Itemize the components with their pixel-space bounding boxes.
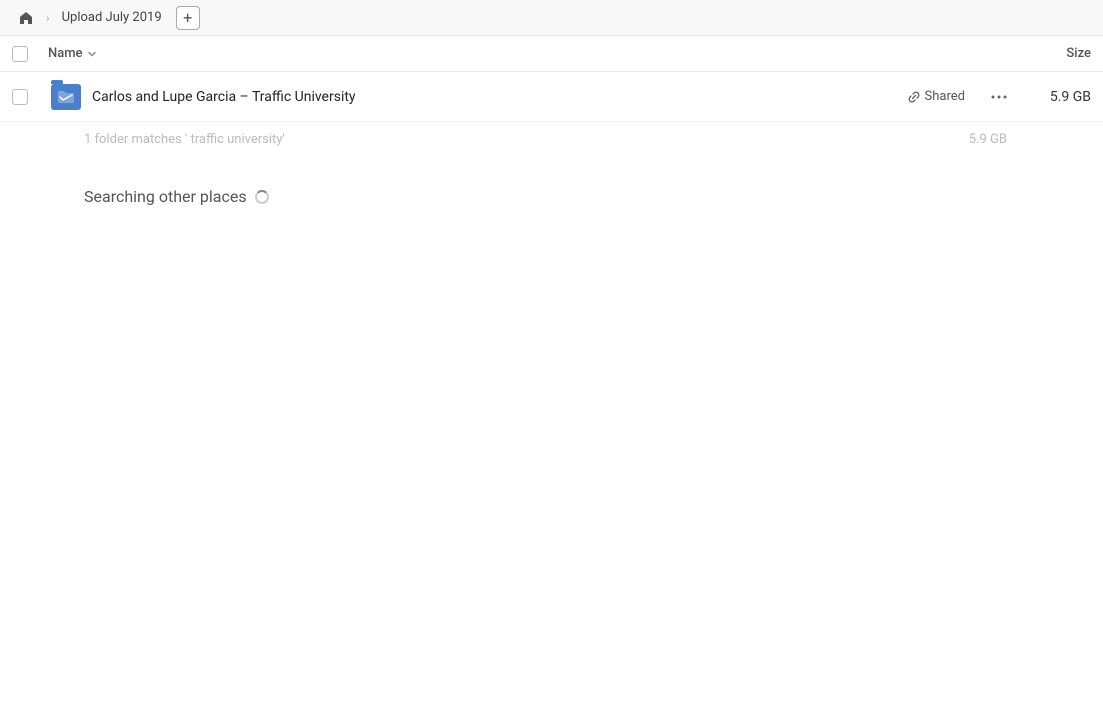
- file-name: Carlos and Lupe Garcia – Traffic Univers…: [92, 89, 907, 105]
- breadcrumb-separator: ›: [46, 11, 50, 25]
- select-all-checkbox-wrap[interactable]: [12, 46, 48, 62]
- more-dots-icon: [991, 95, 1007, 99]
- folder-icon: [51, 84, 81, 110]
- shared-area: Shared: [907, 89, 965, 104]
- name-header-label: Name: [48, 46, 83, 61]
- more-options-button[interactable]: [985, 83, 1013, 111]
- sort-chevron-icon: [87, 49, 97, 59]
- search-info-size: 5.9 GB: [969, 132, 1019, 147]
- file-icon-wrap: [48, 84, 84, 110]
- breadcrumb-current[interactable]: Upload July 2019: [56, 8, 168, 27]
- size-column-header: Size: [1011, 46, 1091, 61]
- name-column-header[interactable]: Name: [48, 46, 1011, 61]
- searching-label: Searching other places: [84, 187, 247, 206]
- shared-badge: Shared: [907, 89, 965, 104]
- select-all-checkbox[interactable]: [12, 46, 28, 62]
- add-tab-button[interactable]: +: [176, 6, 200, 30]
- file-row[interactable]: Carlos and Lupe Garcia – Traffic Univers…: [0, 72, 1103, 122]
- search-info-text: 1 folder matches ' traffic university': [84, 132, 285, 147]
- loading-spinner: [255, 190, 269, 204]
- search-info-row: 1 folder matches ' traffic university' 5…: [0, 122, 1103, 157]
- row-checkbox[interactable]: [12, 89, 28, 105]
- shared-label: Shared: [925, 89, 965, 104]
- breadcrumb-bar: › Upload July 2019 +: [0, 0, 1103, 36]
- link-icon: [907, 90, 921, 104]
- folder-svg: [57, 89, 75, 105]
- column-headers: Name Size: [0, 36, 1103, 72]
- home-button[interactable]: [12, 4, 40, 32]
- row-checkbox-wrap[interactable]: [12, 89, 48, 105]
- file-size: 5.9 GB: [1021, 89, 1091, 105]
- searching-section: Searching other places: [0, 157, 1103, 236]
- home-icon: [18, 10, 34, 26]
